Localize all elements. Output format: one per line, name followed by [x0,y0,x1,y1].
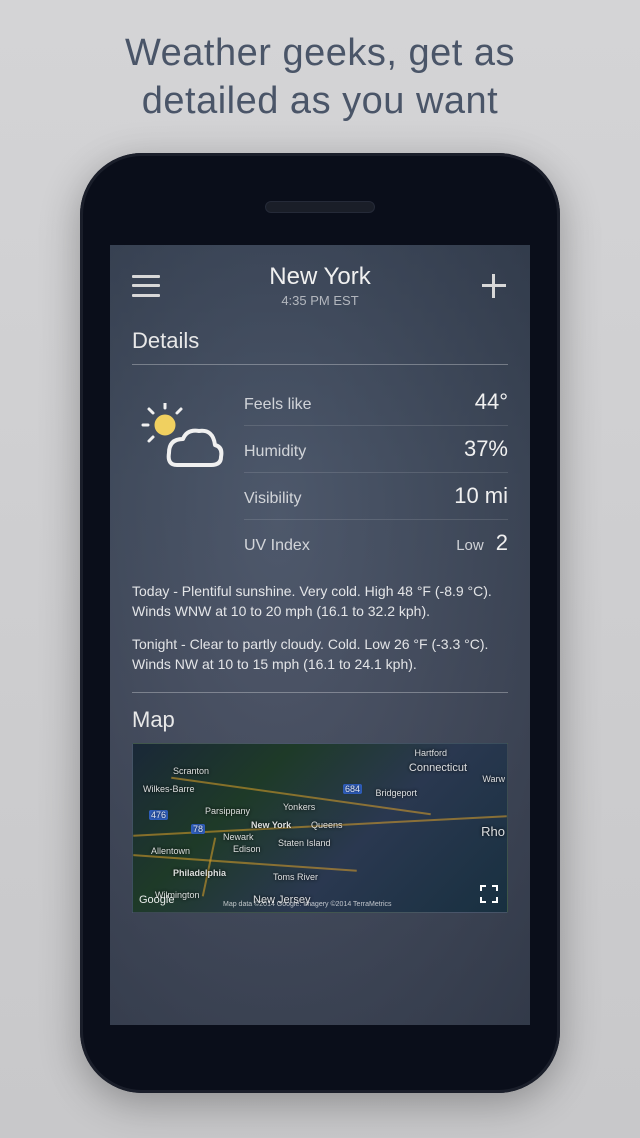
map-attribution: Map data ©2014 Google. Imagery ©2014 Ter… [223,901,392,908]
detail-row-feels-like: Feels like 44° [244,379,508,426]
partly-cloudy-icon [139,403,225,479]
details-section-title: Details [132,328,508,354]
map-route: 684 [343,784,362,794]
map-place: Philadelphia [173,868,226,878]
phone-frame: New York 4:35 PM EST Details [80,153,560,1093]
map-route: 476 [149,810,168,820]
promo-title: Weather geeks, get as detailed as you wa… [125,30,515,125]
map-place: Hartford [414,748,447,758]
detail-row-visibility: Visibility 10 mi [244,473,508,520]
map-place: Staten Island [278,838,331,848]
map-place: Warw [482,774,505,784]
detail-value: 10 mi [454,483,508,509]
map-place: Bridgeport [375,788,417,798]
map-place: Parsippany [205,806,250,816]
forecast-tonight: Tonight - Clear to partly cloudy. Cold. … [132,635,508,674]
uv-level: Low [456,537,484,554]
location-time: 4:35 PM EST [269,293,370,308]
add-location-icon[interactable] [480,272,508,300]
location-name: New York [269,263,370,291]
detail-label: UV Index [244,537,310,555]
forecast-today: Today - Plentiful sunshine. Very cold. H… [132,582,508,621]
detail-label: Feels like [244,396,312,414]
map-place: Yonkers [283,802,315,812]
menu-icon[interactable] [132,275,160,297]
map-place: Toms River [273,872,318,882]
app-screen: New York 4:35 PM EST Details [110,245,530,1025]
map-place: New York [251,820,291,830]
map-place: Rho [481,824,505,839]
top-bar: New York 4:35 PM EST [132,263,508,308]
detail-value: 44° [475,389,508,415]
details-grid: Feels like 44° Humidity 37% Visibility 1… [132,379,508,566]
expand-map-icon[interactable] [479,884,499,904]
detail-label: Visibility [244,490,302,508]
detail-row-uv-index: UV Index Low 2 [244,520,508,566]
map-place: Newark [223,832,254,842]
location-block[interactable]: New York 4:35 PM EST [269,263,370,308]
detail-value: 2 [496,530,508,556]
weather-map[interactable]: Hartford Connecticut Scranton Wilkes-Bar… [132,743,508,913]
divider [132,364,508,365]
detail-row-humidity: Humidity 37% [244,426,508,473]
weather-icon-col [132,379,232,566]
map-place: Edison [233,844,261,854]
map-place: Scranton [173,766,209,776]
map-place: Connecticut [409,762,467,774]
detail-label: Humidity [244,443,306,461]
map-place: Allentown [151,846,190,856]
map-place: Wilkes-Barre [143,784,195,794]
map-route: 78 [191,824,205,834]
map-place: Queens [311,820,343,830]
map-section-title: Map [132,707,508,733]
detail-value: 37% [464,436,508,462]
details-rows: Feels like 44° Humidity 37% Visibility 1… [244,379,508,566]
promo-line1: Weather geeks, get as [125,32,515,74]
map-provider-logo: Google [139,894,174,906]
divider [132,692,508,693]
phone-speaker [265,201,375,213]
promo-line2: detailed as you want [142,80,498,122]
